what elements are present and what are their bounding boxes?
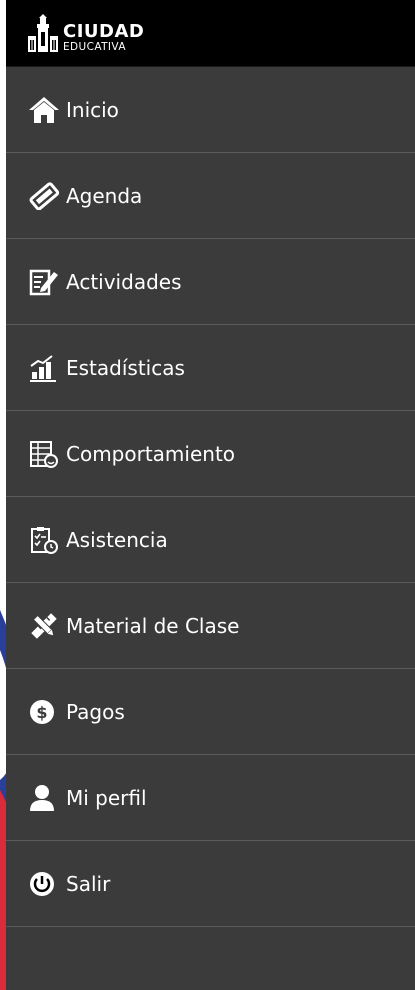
activities-icon <box>28 267 62 297</box>
menu-item-inicio[interactable]: Inicio <box>6 67 415 153</box>
sidebar-header: CIUDAD EDUCATIVA <box>6 0 415 67</box>
menu-item-comportamiento[interactable]: Comportamiento <box>6 411 415 497</box>
brand-title: CIUDAD <box>63 20 145 42</box>
menu-label: Asistencia <box>66 527 168 552</box>
menu-label: Agenda <box>66 183 143 208</box>
menu-label: Inicio <box>66 97 119 122</box>
profile-icon <box>28 783 62 813</box>
agenda-icon <box>28 181 62 211</box>
class-material-icon <box>28 611 62 641</box>
menu-item-estadisticas[interactable]: Estadísticas <box>6 325 415 411</box>
menu-label: Material de Clase <box>66 613 240 638</box>
menu-item-salir[interactable]: Salir <box>6 841 415 927</box>
behavior-icon <box>28 439 62 469</box>
statistics-icon <box>28 353 62 383</box>
sidebar-menu: CIUDAD EDUCATIVA Inicio Agenda Actividad… <box>6 0 415 990</box>
menu-label: Salir <box>66 871 111 896</box>
menu-list: Inicio Agenda Actividades Estadísticas C… <box>6 67 415 927</box>
menu-item-asistencia[interactable]: Asistencia <box>6 497 415 583</box>
logout-icon <box>28 869 62 899</box>
menu-label: Actividades <box>66 269 182 294</box>
menu-label: Mi perfil <box>66 785 147 810</box>
menu-item-pagos[interactable]: $ Pagos <box>6 669 415 755</box>
home-icon <box>28 95 62 125</box>
payments-icon: $ <box>28 697 62 727</box>
brand-logo[interactable]: CIUDAD EDUCATIVA <box>26 14 144 52</box>
menu-item-material-de-clase[interactable]: Material de Clase <box>6 583 415 669</box>
menu-label: Estadísticas <box>66 355 185 380</box>
menu-label: Pagos <box>66 699 125 724</box>
menu-item-actividades[interactable]: Actividades <box>6 239 415 325</box>
menu-item-mi-perfil[interactable]: Mi perfil <box>6 755 415 841</box>
school-building-icon <box>28 14 58 52</box>
svg-text:$: $ <box>36 703 47 722</box>
brand-subtitle: EDUCATIVA <box>63 40 126 53</box>
menu-item-agenda[interactable]: Agenda <box>6 153 415 239</box>
attendance-icon <box>28 525 62 555</box>
menu-label: Comportamiento <box>66 441 236 466</box>
